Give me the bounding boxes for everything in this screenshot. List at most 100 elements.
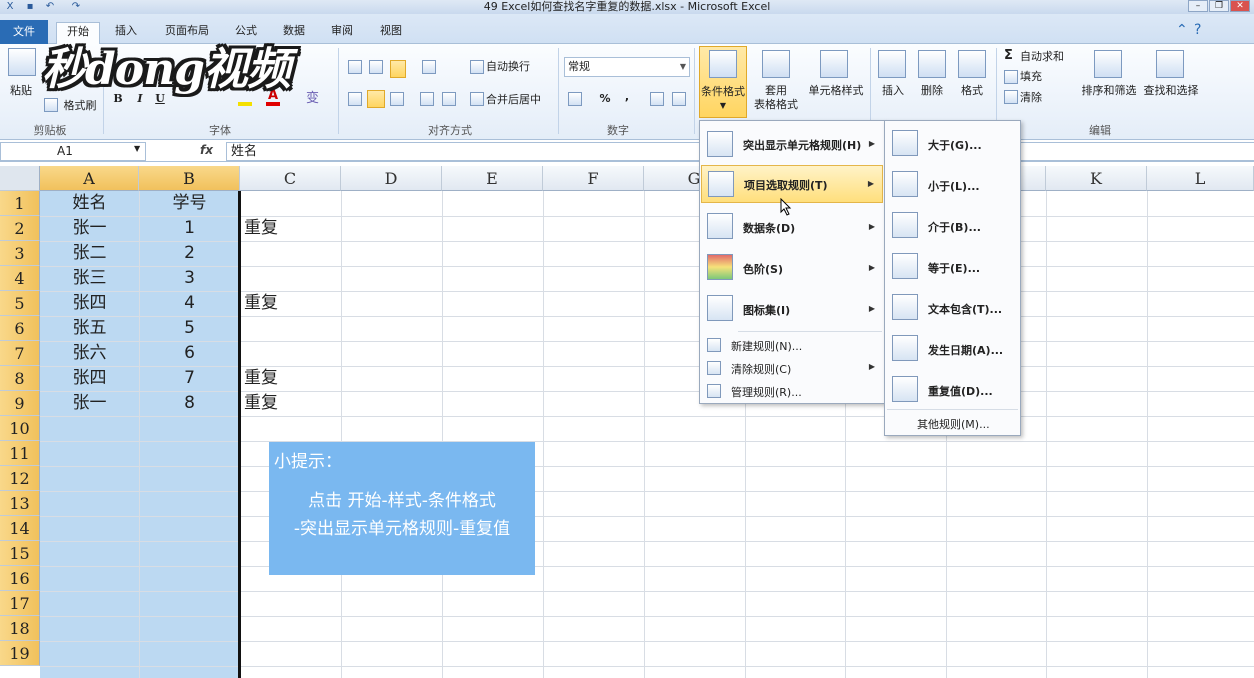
menu-item-equal-to[interactable]: 等于(E)... <box>886 248 1019 286</box>
percent-button[interactable]: % <box>598 92 612 105</box>
menu-item-greater-than[interactable]: 大于(G)... <box>886 125 1019 163</box>
row-header-12[interactable]: 12 <box>0 466 40 491</box>
column-header-c[interactable]: C <box>240 166 341 191</box>
menu-item-manage-rules[interactable]: 管理规则(R)... <box>701 380 883 402</box>
clear-button[interactable]: 清除 <box>1020 91 1060 104</box>
cell-b4[interactable]: 3 <box>139 266 240 291</box>
menu-item-color-scales[interactable]: 色阶(S) ▶ <box>701 248 883 286</box>
align-left-icon[interactable] <box>348 92 362 106</box>
decrease-decimal-icon[interactable] <box>672 92 686 106</box>
row-header-19[interactable]: 19 <box>0 641 40 666</box>
column-header-a[interactable]: A <box>40 166 139 191</box>
sort-filter-button[interactable]: 排序和筛选 <box>1078 84 1140 97</box>
fx-icon[interactable]: fx <box>200 143 213 157</box>
minimize-icon[interactable]: – <box>1188 0 1208 12</box>
row-header-4[interactable]: 4 <box>0 266 40 291</box>
name-box[interactable]: A1 <box>0 142 146 161</box>
column-header-d[interactable]: D <box>341 166 442 191</box>
fill-button[interactable]: 填充 <box>1020 70 1060 83</box>
row-header-13[interactable]: 13 <box>0 491 40 516</box>
menu-item-less-than[interactable]: 小于(L)... <box>886 166 1019 204</box>
menu-item-clear-rules[interactable]: 清除规则(C) ▶ <box>701 357 883 379</box>
cell-a3[interactable]: 张二 <box>40 241 139 266</box>
menu-item-new-rule[interactable]: 新建规则(N)... <box>701 334 883 356</box>
cell-c9[interactable]: 重复 <box>244 391 341 416</box>
comma-button[interactable]: , <box>620 90 634 103</box>
cell-b7[interactable]: 6 <box>139 341 240 366</box>
menu-item-top-bottom-rules[interactable]: 项目选取规则(T) ▶ <box>701 165 883 203</box>
row-header-18[interactable]: 18 <box>0 616 40 641</box>
merge-center-button[interactable]: 合并后居中 <box>486 93 554 106</box>
increase-indent-icon[interactable] <box>442 92 456 106</box>
row-header-9[interactable]: 9 <box>0 391 40 416</box>
menu-item-more-rules[interactable]: 其他规则(M)... <box>886 413 1019 433</box>
minimize-ribbon-icon[interactable]: ⌃ <box>1176 22 1188 38</box>
wrap-text-button[interactable]: 自动换行 <box>486 60 542 73</box>
align-right-icon[interactable] <box>390 92 404 106</box>
menu-item-between[interactable]: 介于(B)... <box>886 207 1019 245</box>
format-as-table-line1[interactable]: 套用 <box>746 84 806 97</box>
cell-a8[interactable]: 张四 <box>40 366 139 391</box>
row-header-14[interactable]: 14 <box>0 516 40 541</box>
select-all-corner[interactable] <box>0 166 40 191</box>
align-top-icon[interactable] <box>348 60 362 74</box>
insert-cells-button[interactable]: 插入 <box>876 84 910 97</box>
row-header-3[interactable]: 3 <box>0 241 40 266</box>
row-header-17[interactable]: 17 <box>0 591 40 616</box>
cell-a1[interactable]: 姓名 <box>40 191 139 216</box>
column-header-l[interactable]: L <box>1147 166 1254 191</box>
chevron-down-icon[interactable]: ▼ <box>134 144 140 153</box>
menu-item-data-bars[interactable]: 数据条(D) ▶ <box>701 207 883 245</box>
column-header-f[interactable]: F <box>543 166 644 191</box>
column-header-k[interactable]: K <box>1046 166 1147 191</box>
format-as-table-line2[interactable]: 表格格式 <box>746 98 806 111</box>
cell-a4[interactable]: 张三 <box>40 266 139 291</box>
cell-c8[interactable]: 重复 <box>244 366 341 391</box>
menu-item-duplicate-values[interactable]: 重复值(D)... <box>886 371 1019 409</box>
cell-b2[interactable]: 1 <box>139 216 240 241</box>
conditional-formatting-button[interactable]: 条件格式 ▼ <box>699 46 747 118</box>
align-middle-icon[interactable] <box>369 60 383 74</box>
cell-b6[interactable]: 5 <box>139 316 240 341</box>
cell-b9[interactable]: 8 <box>139 391 240 416</box>
cell-b3[interactable]: 2 <box>139 241 240 266</box>
paste-button[interactable]: 粘贴 <box>6 84 36 97</box>
restore-icon[interactable]: ❐ <box>1209 0 1229 12</box>
cell-c5[interactable]: 重复 <box>244 291 341 316</box>
accounting-format-icon[interactable] <box>568 92 582 106</box>
cell-a2[interactable]: 张一 <box>40 216 139 241</box>
cell-b8[interactable]: 7 <box>139 366 240 391</box>
menu-item-text-contains[interactable]: 文本包含(T)... <box>886 289 1019 327</box>
tab-view[interactable]: 视图 <box>371 22 411 44</box>
format-cells-button[interactable]: 格式 <box>954 84 990 97</box>
help-icon[interactable]: ? <box>1194 22 1201 38</box>
close-icon[interactable]: ✕ <box>1230 0 1250 12</box>
align-center-icon[interactable] <box>367 90 385 108</box>
increase-decimal-icon[interactable] <box>650 92 664 106</box>
number-format-select[interactable]: 常规 ▼ <box>564 57 690 77</box>
menu-item-icon-sets[interactable]: 图标集(I) ▶ <box>701 289 883 327</box>
row-header-10[interactable]: 10 <box>0 416 40 441</box>
cell-styles-button[interactable]: 单元格样式 <box>806 84 866 97</box>
tab-file[interactable]: 文件 <box>0 20 48 44</box>
row-header-11[interactable]: 11 <box>0 441 40 466</box>
cell-a9[interactable]: 张一 <box>40 391 139 416</box>
cell-a6[interactable]: 张五 <box>40 316 139 341</box>
menu-item-date-occurring[interactable]: 发生日期(A)... <box>886 330 1019 368</box>
row-header-15[interactable]: 15 <box>0 541 40 566</box>
row-header-8[interactable]: 8 <box>0 366 40 391</box>
cell-c2[interactable]: 重复 <box>244 216 341 241</box>
autosum-button[interactable]: 自动求和 <box>1020 50 1076 63</box>
cell-a5[interactable]: 张四 <box>40 291 139 316</box>
row-header-2[interactable]: 2 <box>0 216 40 241</box>
find-select-button[interactable]: 查找和选择 <box>1140 84 1202 97</box>
worksheet-grid[interactable]: ABCDEFGHIJKL 123456789101112131415161718… <box>0 166 1254 678</box>
column-header-b[interactable]: B <box>139 166 240 191</box>
column-header-e[interactable]: E <box>442 166 543 191</box>
paste-icon[interactable] <box>8 48 36 76</box>
orientation-icon[interactable] <box>422 60 436 74</box>
cell-a7[interactable]: 张六 <box>40 341 139 366</box>
menu-item-highlight-cells-rules[interactable]: 突出显示单元格规则(H) ▶ <box>701 125 883 163</box>
row-header-5[interactable]: 5 <box>0 291 40 316</box>
delete-cells-button[interactable]: 删除 <box>914 84 950 97</box>
